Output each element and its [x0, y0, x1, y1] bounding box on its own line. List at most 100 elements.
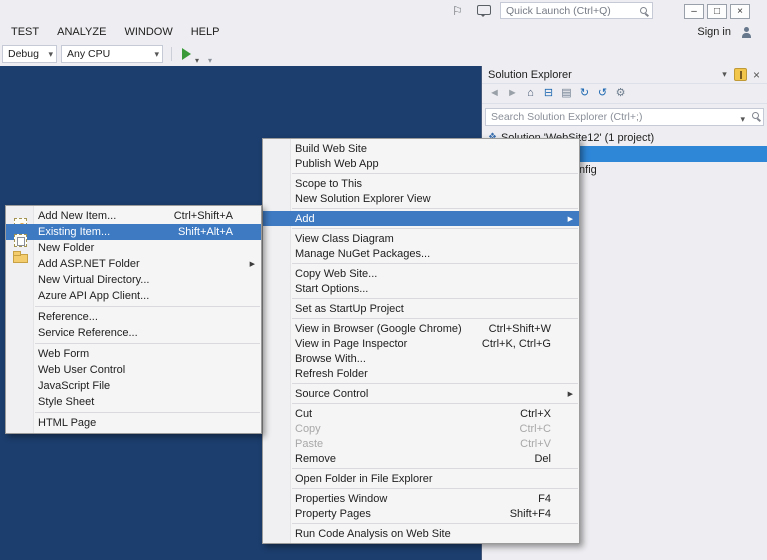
menu-item[interactable]: New Virtual Directory... [6, 272, 261, 288]
menu-item[interactable]: Start Options... [263, 281, 579, 296]
menu-item[interactable]: Add ASP.NET Folder [6, 256, 261, 272]
pin-icon[interactable] [734, 68, 747, 81]
solution-configuration-combobox[interactable]: Debug [2, 45, 57, 63]
menu-item-add[interactable]: Add [263, 211, 579, 226]
menu-item[interactable]: Add New Item... Ctrl+Shift+A [6, 208, 261, 231]
menu-item[interactable]: New Solution Explorer View [263, 191, 579, 206]
menu-bar: TEST ANALYZE WINDOW HELP Sign in [0, 22, 767, 42]
menu-item[interactable]: View in Page Inspector Ctrl+K, Ctrl+G [263, 336, 579, 351]
menu-item[interactable]: Web User Control [6, 362, 261, 378]
solution-explorer-search [482, 104, 767, 128]
menu-item[interactable]: View Class Diagram [263, 231, 579, 246]
forward-icon[interactable]: ► [504, 85, 521, 102]
solution-explorer-toolbar: ◄ ► ⌂ ⊟ ▤ ↻ ↺ ⚙ [482, 83, 767, 104]
collapse-all-icon[interactable]: ⊟ [540, 85, 557, 102]
menu-item[interactable]: Reference... [6, 309, 261, 325]
menu-separator [292, 383, 578, 384]
panel-title: Solution Explorer [488, 68, 572, 81]
home-icon[interactable]: ⌂ [522, 85, 539, 102]
menu-separator [292, 488, 578, 489]
standard-toolbar: Debug Any CPU [0, 42, 767, 66]
feedback-icon[interactable] [477, 5, 491, 17]
menu-item[interactable]: Browse With... [263, 351, 579, 366]
chevron-down-icon[interactable] [740, 109, 745, 127]
menu-item[interactable]: Copy Ctrl+C [263, 421, 579, 436]
menu-separator [292, 298, 578, 299]
menu-separator [292, 173, 578, 174]
submenu-arrow-icon [568, 386, 573, 401]
menu-item[interactable]: Build Web Site [263, 141, 579, 156]
quick-launch-input[interactable] [501, 3, 652, 18]
solution-explorer-titlebar: Solution Explorer [482, 66, 767, 83]
menu-item[interactable]: HTML Page [6, 415, 261, 431]
menubar-item[interactable]: ANALYZE [48, 22, 115, 42]
menubar-item[interactable]: WINDOW [115, 22, 181, 42]
window-titlebar: ⚐ – □ × [0, 0, 767, 22]
menu-item[interactable]: Cut Ctrl+X [263, 406, 579, 421]
add-submenu: Add New Item... Ctrl+Shift+A Existing It… [5, 205, 262, 434]
refresh-icon[interactable]: ↻ [576, 85, 593, 102]
close-button[interactable]: × [730, 4, 750, 19]
combobox-value: Debug [8, 48, 39, 60]
menu-separator [292, 263, 578, 264]
menu-item[interactable]: Publish Web App [263, 156, 579, 171]
menu-item[interactable]: Service Reference... [6, 325, 261, 341]
search-input[interactable] [485, 108, 764, 126]
search-icon [752, 112, 759, 119]
menu-separator [292, 468, 578, 469]
sign-in-button[interactable]: Sign in [697, 22, 731, 42]
chevron-down-icon[interactable] [195, 50, 199, 68]
menu-item[interactable]: Paste Ctrl+V [263, 436, 579, 451]
window-position-icon[interactable] [717, 68, 732, 82]
properties-icon[interactable]: ⚙ [612, 85, 629, 102]
quick-launch-box [500, 2, 653, 19]
menu-separator [35, 412, 260, 413]
menu-item[interactable]: New Folder [6, 240, 261, 263]
toolbar-overflow-icon[interactable] [208, 50, 212, 68]
close-icon[interactable] [749, 68, 764, 82]
toolbar-separator [171, 47, 172, 61]
run-icon[interactable] [182, 48, 191, 60]
menu-separator [292, 208, 578, 209]
submenu-arrow-icon [568, 211, 573, 226]
menu-separator [35, 306, 260, 307]
menu-item[interactable]: Open Folder in File Explorer [263, 471, 579, 486]
menu-items: TEST ANALYZE WINDOW HELP [0, 22, 767, 42]
menu-item[interactable]: JavaScript File [6, 378, 261, 394]
minimize-button[interactable]: – [684, 4, 704, 19]
menu-item-existing-item[interactable]: Existing Item... Shift+Alt+A [6, 224, 261, 247]
menubar-item[interactable]: TEST [2, 22, 48, 42]
menu-item[interactable]: Set as StartUp Project [263, 301, 579, 316]
show-all-files-icon[interactable]: ▤ [558, 85, 575, 102]
context-menu: Build Web Site Publish Web App Scope to … [262, 138, 580, 544]
menu-item[interactable]: Property Pages Shift+F4 [263, 506, 579, 521]
menu-item[interactable]: Refresh Folder [263, 366, 579, 381]
menu-separator [292, 523, 578, 524]
menu-item[interactable]: Source Control [263, 386, 579, 401]
menu-separator [292, 403, 578, 404]
menu-separator [35, 343, 260, 344]
person-icon[interactable] [740, 26, 753, 39]
back-icon[interactable]: ◄ [486, 85, 503, 102]
flag-icon[interactable]: ⚐ [452, 3, 463, 19]
combobox-value: Any CPU [67, 48, 111, 60]
restore-button[interactable]: □ [707, 4, 727, 19]
menu-item[interactable]: Copy Web Site... [263, 266, 579, 281]
menu-separator [292, 318, 578, 319]
menu-item[interactable]: Style Sheet [6, 394, 261, 410]
menu-item[interactable]: View in Browser (Google Chrome) Ctrl+Shi… [263, 321, 579, 336]
menu-item[interactable]: Scope to This [263, 176, 579, 191]
menu-item[interactable]: Properties Window F4 [263, 491, 579, 506]
solution-platform-combobox[interactable]: Any CPU [61, 45, 163, 63]
menu-item[interactable]: Manage NuGet Packages... [263, 246, 579, 261]
menu-item[interactable]: Run Code Analysis on Web Site [263, 526, 579, 541]
search-icon [640, 7, 647, 14]
menu-separator [292, 228, 578, 229]
menu-item[interactable]: Azure API App Client... [6, 288, 261, 304]
window-controls: – □ × [684, 4, 750, 19]
menu-item[interactable]: Web Form [6, 346, 261, 362]
submenu-arrow-icon [250, 256, 255, 272]
menu-item[interactable]: Remove Del [263, 451, 579, 466]
sync-with-active-document-icon[interactable]: ↺ [594, 85, 611, 102]
menubar-item[interactable]: HELP [182, 22, 229, 42]
